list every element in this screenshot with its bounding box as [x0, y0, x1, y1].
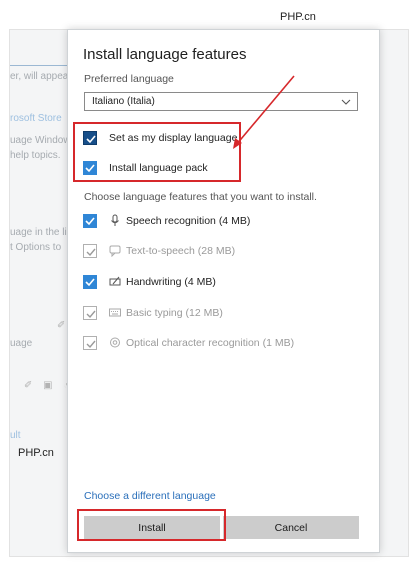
features-instruction: Choose language features that you want t…	[84, 191, 317, 203]
speech-recognition-checkbox[interactable]	[83, 214, 97, 228]
checkmark-icon	[86, 310, 96, 319]
checkmark-icon	[85, 278, 95, 287]
chevron-down-icon	[341, 99, 351, 105]
background-text: help topics.	[10, 150, 61, 161]
background-text: er, will appea	[10, 71, 69, 82]
pen-icon	[109, 276, 121, 286]
ocr-label: Optical character recognition (1 MB)	[126, 337, 295, 349]
background-divider	[10, 65, 68, 66]
checkmark-icon	[86, 248, 96, 257]
speech-bubble-icon	[109, 245, 121, 257]
speech-recognition-label: Speech recognition (4 MB)	[126, 215, 251, 227]
ocr-checkbox	[83, 336, 97, 350]
preferred-language-value: Italiano (Italia)	[92, 96, 155, 107]
background-link: ult	[10, 430, 21, 441]
background-text: uage	[10, 338, 33, 349]
background-text: uage in the li	[10, 227, 67, 238]
basic-typing-label: Basic typing (12 MB)	[126, 307, 223, 319]
preferred-language-label: Preferred language	[84, 73, 174, 85]
handwriting-label: Handwriting (4 MB)	[126, 276, 216, 288]
handwriting-checkbox[interactable]	[83, 275, 97, 289]
text-to-speech-checkbox	[83, 244, 97, 258]
watermark-top: PHP.cn	[280, 11, 316, 23]
microphone-icon	[111, 214, 119, 226]
annotation-highlight-install	[77, 509, 226, 541]
ocr-icon	[110, 337, 120, 348]
choose-different-language-link[interactable]: Choose a different language	[84, 490, 216, 502]
basic-typing-checkbox	[83, 306, 97, 320]
watermark-left: PHP.cn	[18, 447, 54, 459]
text-to-speech-label: Text-to-speech (28 MB)	[126, 245, 236, 257]
install-language-dialog: Install language features Preferred lang…	[67, 29, 380, 553]
background-text: uage Window	[10, 135, 71, 146]
annotation-highlight-options	[73, 122, 241, 182]
keyboard-icon	[109, 308, 121, 317]
dialog-title: Install language features	[83, 46, 247, 63]
background-link: rosoft Store	[10, 113, 62, 124]
preferred-language-select[interactable]: Italiano (Italia)	[84, 92, 358, 111]
cancel-button[interactable]: Cancel	[223, 516, 359, 539]
checkmark-icon	[85, 217, 95, 226]
checkmark-icon	[86, 340, 96, 349]
background-pen-icon: ✐	[57, 320, 66, 331]
background-text: t Options to	[10, 242, 62, 253]
